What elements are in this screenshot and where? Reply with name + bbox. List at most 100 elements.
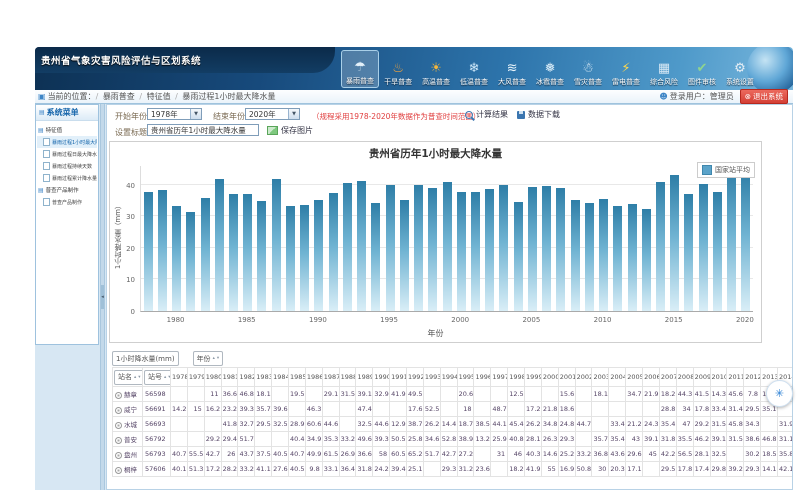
nav-item-9[interactable]: ▦综合风险	[645, 50, 683, 88]
y-axis-title: 1小时降水量（mm）	[113, 202, 123, 269]
value-cell	[187, 387, 204, 402]
breadcrumb-link[interactable]: 暴雨过程1小时最大降水量	[182, 92, 275, 101]
breadcrumb-separator: /	[96, 92, 101, 101]
nav-item-1[interactable]: ☂暴雨普查	[341, 50, 379, 88]
breadcrumb-link[interactable]: 暴雨普查	[103, 92, 135, 101]
tree-group[interactable]: ▤普查产品制作	[37, 184, 97, 196]
value-cell: 31.9	[777, 417, 792, 432]
station-radio[interactable]	[115, 407, 122, 414]
value-cell: 39.6	[272, 402, 289, 417]
value-cell: 29.2	[693, 417, 710, 432]
sort-asc-icon[interactable]: ▴	[164, 375, 166, 380]
value-cell: 35.5	[676, 432, 693, 447]
nav-item-6[interactable]: ❅冰雹普查	[531, 50, 569, 88]
chart-title-input[interactable]	[147, 124, 259, 136]
sidebar-item[interactable]: 普查产品制作	[37, 196, 97, 208]
station-radio[interactable]	[115, 392, 122, 399]
value-cell: 65.2	[407, 447, 424, 462]
chart-bar	[229, 194, 238, 311]
measure-field-chip[interactable]: 1小时降水量(mm)	[112, 351, 179, 366]
nav-item-8[interactable]: ⚡雷电普查	[607, 50, 645, 88]
calculate-button[interactable]: 计算结果	[465, 109, 508, 120]
collapse-icon: ◂	[101, 294, 104, 300]
value-cell: 32.5	[710, 447, 727, 462]
chart-bar	[386, 185, 395, 311]
magnifier-icon	[465, 111, 473, 119]
value-cell: 43.7	[238, 447, 255, 462]
floating-assistant-button[interactable]: ✳	[766, 380, 793, 407]
value-cell: 29.1	[322, 387, 339, 402]
value-cell: 24.8	[558, 417, 575, 432]
station-radio[interactable]	[115, 422, 122, 429]
id-column-header-chip[interactable]: 站号▴▾	[144, 370, 171, 385]
station-radio[interactable]	[115, 467, 122, 474]
location-icon: ▣	[38, 92, 46, 101]
save-image-button[interactable]: 保存图片	[267, 125, 313, 136]
nav-item-7[interactable]: ☃雪灾普查	[569, 50, 607, 88]
column-field-label: 年份	[197, 354, 211, 364]
low-temp-icon: ❄	[469, 61, 480, 76]
chart-bar	[300, 205, 309, 311]
value-cell: 43	[626, 432, 643, 447]
tree-group[interactable]: ▤特征值	[37, 124, 97, 136]
breadcrumb-link[interactable]: 特征值	[147, 92, 171, 101]
value-cell: 17.2	[525, 402, 542, 417]
tree-group-label: 普查产品制作	[46, 186, 79, 194]
chevron-down-icon: ▼	[190, 109, 201, 119]
nav-item-10[interactable]: ✔图件审核	[683, 50, 721, 88]
sidebar-item[interactable]: 暴雨过程日最大降水量	[37, 148, 97, 160]
year-column-header: 1986	[305, 368, 322, 387]
chart-bar	[329, 193, 338, 311]
nav-item-4[interactable]: ❄低温普查	[455, 50, 493, 88]
column-field-chip[interactable]: 年份 ▴ ▾	[193, 351, 224, 366]
splitter-collapse-handle[interactable]: ◂	[101, 285, 104, 309]
sidebar-splitter[interactable]: ◂	[100, 104, 105, 490]
value-cell: 37.5	[255, 447, 272, 462]
document-icon	[43, 198, 50, 206]
sidebar-item[interactable]: 暴雨过程累计降水量	[37, 172, 97, 184]
end-year-value: 2020年	[249, 109, 276, 120]
nav-item-3[interactable]: ☀高温普查	[417, 50, 455, 88]
value-cell: 38.9	[457, 432, 474, 447]
station-data-table: 站名▴▾站号▴▾19781979198019811982198319841985…	[112, 367, 792, 489]
start-year-select[interactable]: 1978年 ▼	[147, 108, 202, 120]
sidebar-item[interactable]: 暴雨过程1小时最大降水量	[37, 136, 97, 148]
nav-item-2[interactable]: ♨干旱普查	[379, 50, 417, 88]
value-cell: 18.1	[255, 387, 272, 402]
value-cell: 39.3	[238, 402, 255, 417]
value-cell: 18.7	[457, 417, 474, 432]
nav-item-5[interactable]: ≋大风普查	[493, 50, 531, 88]
year-column-header: 1994	[440, 368, 457, 387]
chart-bar	[428, 188, 437, 311]
value-cell: 39.4	[390, 462, 407, 477]
value-cell: 46	[508, 447, 525, 462]
x-tick-label: 2015	[661, 316, 687, 324]
station-radio[interactable]	[115, 437, 122, 444]
end-year-select[interactable]: 2020年 ▼	[245, 108, 300, 120]
nav-item-11[interactable]: ⚙系统设置	[721, 50, 759, 88]
value-cell: 30.2	[744, 447, 761, 462]
value-cell: 33.4	[710, 402, 727, 417]
nav-item-label: 雪灾普查	[574, 77, 602, 87]
calculate-label: 计算结果	[476, 109, 508, 120]
sort-desc-icon[interactable]: ▾	[138, 375, 140, 380]
value-cell: 31.8	[659, 432, 676, 447]
sidebar-item[interactable]: 暴雨过程持续天数	[37, 160, 97, 172]
download-button[interactable]: 数据下载	[517, 109, 560, 120]
value-cell: 25.1	[407, 462, 424, 477]
sort-asc-icon[interactable]: ▴	[134, 375, 136, 380]
document-icon	[43, 138, 50, 146]
year-column-header: 1996	[474, 368, 491, 387]
chart-bar	[642, 209, 651, 311]
value-cell	[626, 402, 643, 417]
year-column-header: 2008	[676, 368, 693, 387]
logout-button[interactable]: ⊗ 退出系统	[740, 89, 788, 104]
breadcrumb-bar: ▣ 当前的位置： / 暴雨普查 / 特征值 / 暴雨过程1小时最大降水量 ☻ 登…	[35, 90, 793, 104]
sort-desc-icon: ▾	[217, 356, 219, 361]
year-column-header: 1989	[356, 368, 373, 387]
value-cell: 34.8	[541, 417, 558, 432]
station-radio[interactable]	[115, 452, 122, 459]
value-cell: 38.7	[407, 417, 424, 432]
station-column-header-chip[interactable]: 站名▴▾	[114, 370, 143, 385]
sidebar-tree: ▤特征值暴雨过程1小时最大降水量暴雨过程日最大降水量暴雨过程持续天数暴雨过程累计…	[36, 121, 98, 211]
